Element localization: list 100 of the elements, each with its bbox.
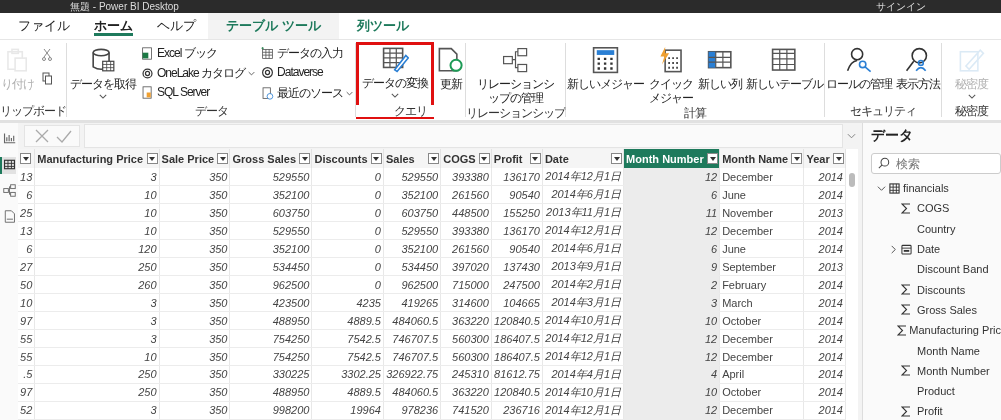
ribbon-button[interactable]: データを取得 [69,45,137,101]
column-header[interactable]: Sales [383,149,441,168]
column-header[interactable]: Manufacturing Price [34,149,160,168]
table-cell: 998200 [230,401,312,420]
ribbon-button[interactable]: Excel ブック [139,45,258,62]
table-cell: 245310 [440,365,492,384]
table-cell: 2014年12月1日 [542,347,624,366]
ribbon-button[interactable]: OneLake カタログ [139,65,258,82]
ring-icon [261,65,275,79]
filter-dropdown-icon[interactable] [217,153,229,164]
filter-dropdown-icon[interactable] [428,153,440,164]
sign-in-link[interactable]: サインイン [876,0,926,13]
copy-icon [39,71,55,87]
column-header[interactable]: Date [542,149,624,168]
column-header[interactable]: Month Name [719,149,804,168]
table-cell: February [719,275,804,294]
table-cell: 484060.5 [383,383,441,402]
field-item[interactable]: Month Number [871,360,1001,381]
table-cell: June [719,239,804,258]
ribbon-button[interactable]: 表示方法 [895,45,942,93]
table-cell: 120840.5 [491,311,543,330]
table-cell: 326922.75 [383,365,441,384]
caret-icon [346,91,354,96]
column-header[interactable]: Gross Sales [230,149,312,168]
ribbon-button[interactable]: クイックメジャー [647,45,696,107]
table-cell: 261560 [440,239,492,258]
filter-dropdown-icon[interactable] [707,153,719,164]
table-cell: 120840.5 [491,383,543,402]
table-cell: 363220 [440,311,492,330]
ribbon-button[interactable]: リレーションシップの管理 [474,45,557,107]
table-cell: 50 [18,275,35,294]
field-item[interactable]: COGS [871,198,1001,219]
table-cell: 3 [34,329,160,348]
table-cell: 0 [311,168,384,186]
ribbon-tab[interactable]: ヘルプ [145,13,208,39]
filter-dropdown-icon[interactable] [529,153,541,164]
field-item[interactable]: Country [871,218,1001,239]
field-item[interactable]: Manufacturing Pric [871,320,1001,341]
filter-dropdown-icon[interactable] [611,153,623,164]
scrollbar[interactable] [846,149,858,420]
field-item[interactable]: Discount Band [871,259,1001,280]
table-cell: 363220 [440,383,492,402]
view-button[interactable] [0,183,16,200]
filter-dropdown-icon[interactable] [791,153,803,164]
tree-item[interactable]: financials [871,178,1001,199]
table-cell: 352100 [230,239,312,258]
column-header[interactable]: Discounts [311,149,384,168]
ribbon-button[interactable]: Dataverse [259,65,356,79]
field-item[interactable]: Date [871,238,1001,260]
table-cell: 55 [18,329,35,348]
table-cell: 81612.75 [491,365,543,384]
table-cell: 250 [34,257,160,276]
table-cell: 2014 [804,383,846,402]
table-cell: 350 [159,185,230,204]
ribbon-button[interactable]: データの入力 [259,45,356,62]
table-cell: 2014年2月1日 [542,275,624,294]
table-cell: 52 [18,401,35,420]
filter-dropdown-icon[interactable] [146,153,158,164]
filter-dropdown-icon[interactable] [20,153,31,164]
table-cell: 97 [18,383,35,402]
table-cell: 13 [18,221,35,240]
column-header[interactable]: Sale Price [159,149,230,168]
column-header[interactable] [18,149,35,168]
ribbon-button[interactable]: SQL Server [139,85,258,99]
filter-dropdown-icon[interactable] [299,153,311,164]
field-item[interactable]: Month Name [871,340,1001,361]
field-item[interactable]: Discounts [871,279,1001,300]
table-cell: 261560 [440,185,492,204]
search-field[interactable]: 検索 [871,153,1001,174]
ribbon-button[interactable]: ロールの管理 [825,45,894,93]
ribbon-button[interactable]: 新しいメジャー [566,45,646,93]
column-header[interactable]: COGS [440,149,492,168]
table-cell: 2013 [804,203,846,222]
table-cell: 754250 [230,329,312,348]
column-header[interactable]: Month Number [623,149,720,168]
ribbon-tab[interactable]: ファイル [6,13,82,39]
table-cell: 27 [18,257,35,276]
table-cell: 534450 [230,257,312,276]
table-cell: 314600 [440,293,492,312]
table-icon [889,182,900,194]
ribbon-button[interactable]: 新しい列 [697,45,744,93]
table-cell: December [719,168,804,186]
table-cell: 488950 [230,311,312,330]
table-cell: 7542.5 [311,329,384,348]
column-header[interactable]: Year [804,149,846,168]
filter-dropdown-icon[interactable] [478,153,490,164]
filter-dropdown-icon[interactable] [833,153,844,164]
field-item[interactable]: Gross Sales [871,299,1001,321]
table-cell: 529550 [383,221,441,240]
ribbon-button[interactable]: 新しいテーブル [745,45,825,93]
column-header[interactable]: Profit [491,149,543,168]
ribbon-button[interactable]: 更新 [436,45,466,93]
view-button[interactable] [0,157,16,174]
field-item[interactable]: Profit [871,401,1001,420]
sigma-icon [901,365,911,377]
field-item[interactable]: Product [871,380,1001,402]
ribbon-button[interactable]: 最近のソース [259,85,356,102]
ribbon-tab[interactable]: テーブル ツール [208,13,339,39]
filter-dropdown-icon[interactable] [370,153,382,164]
ribbon-tab[interactable]: ホーム [82,13,145,39]
